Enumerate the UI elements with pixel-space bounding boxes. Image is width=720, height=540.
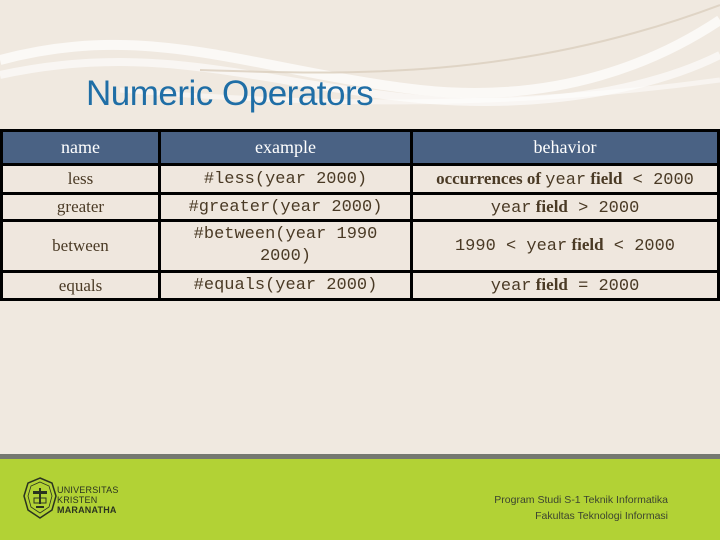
behavior-value: 2000 bbox=[598, 198, 640, 218]
behavior-field-word: field bbox=[531, 196, 568, 216]
behavior-value: 2000 bbox=[598, 277, 640, 296]
table-header-row: name example behavior bbox=[0, 129, 720, 166]
university-line-3: MARANATHA bbox=[57, 505, 117, 515]
example-line-1: #between(year 1990 bbox=[193, 225, 378, 244]
cell-name: less bbox=[0, 163, 161, 195]
cell-behavior: year field > 2000 bbox=[410, 192, 720, 222]
table-row: between #between(year 1990 2000) 1990 < y… bbox=[0, 219, 720, 273]
cell-name: equals bbox=[0, 270, 161, 301]
program-info: Program Studi S-1 Teknik Informatika Fak… bbox=[494, 492, 668, 524]
cell-name: between bbox=[0, 219, 161, 273]
cell-example: #between(year 1990 2000) bbox=[158, 219, 413, 273]
behavior-field-word: field bbox=[531, 275, 568, 294]
cell-example: #equals(year 2000) bbox=[158, 270, 413, 301]
table-row: equals #equals(year 2000) year field = 2… bbox=[0, 270, 720, 301]
behavior-lower: 1990 < bbox=[454, 237, 527, 256]
table-row: greater #greater(year 2000) year field >… bbox=[0, 192, 720, 222]
behavior-field-word: field bbox=[586, 168, 623, 188]
cell-behavior: occurrences of year field < 2000 bbox=[410, 163, 720, 195]
header-example: example bbox=[158, 129, 413, 166]
university-line-2: KRISTEN bbox=[57, 495, 98, 505]
behavior-field: year bbox=[545, 170, 587, 190]
behavior-field: year bbox=[490, 277, 532, 296]
university-name: UNIVERSITAS KRISTEN MARANATHA bbox=[57, 485, 119, 515]
behavior-value: 2000 bbox=[653, 170, 694, 190]
header-behavior: behavior bbox=[410, 129, 720, 166]
operators-table: name example behavior less #less(year 20… bbox=[0, 129, 720, 301]
behavior-op: = bbox=[567, 277, 599, 296]
cell-name: greater bbox=[0, 192, 161, 222]
behavior-prefix: occurrences of bbox=[436, 168, 546, 188]
behavior-op: > bbox=[567, 198, 599, 218]
university-logo-icon bbox=[23, 477, 57, 519]
behavior-field: year bbox=[526, 237, 568, 256]
behavior-op: < bbox=[603, 237, 635, 256]
footer: UNIVERSITAS KRISTEN MARANATHA Program St… bbox=[0, 459, 720, 540]
background-swoosh bbox=[0, 4, 720, 106]
cell-behavior: 1990 < year field < 2000 bbox=[410, 219, 720, 273]
behavior-op: < bbox=[622, 170, 654, 190]
program-name: Program Studi S-1 Teknik Informatika bbox=[494, 494, 668, 506]
cell-example: #less(year 2000) bbox=[158, 163, 413, 195]
behavior-field: year bbox=[490, 198, 532, 218]
university-line-1: UNIVERSITAS bbox=[57, 485, 119, 495]
example-line-2: 2000) bbox=[259, 247, 311, 266]
faculty-name: Fakultas Teknologi Informasi bbox=[535, 510, 668, 522]
slide-title: Numeric Operators bbox=[86, 74, 374, 113]
table-row: less #less(year 2000) occurrences of yea… bbox=[0, 163, 720, 195]
behavior-field-word: field bbox=[567, 235, 604, 254]
cell-example: #greater(year 2000) bbox=[158, 192, 413, 222]
behavior-value: 2000 bbox=[634, 237, 675, 256]
header-name: name bbox=[0, 129, 161, 166]
cell-behavior: year field = 2000 bbox=[410, 270, 720, 301]
